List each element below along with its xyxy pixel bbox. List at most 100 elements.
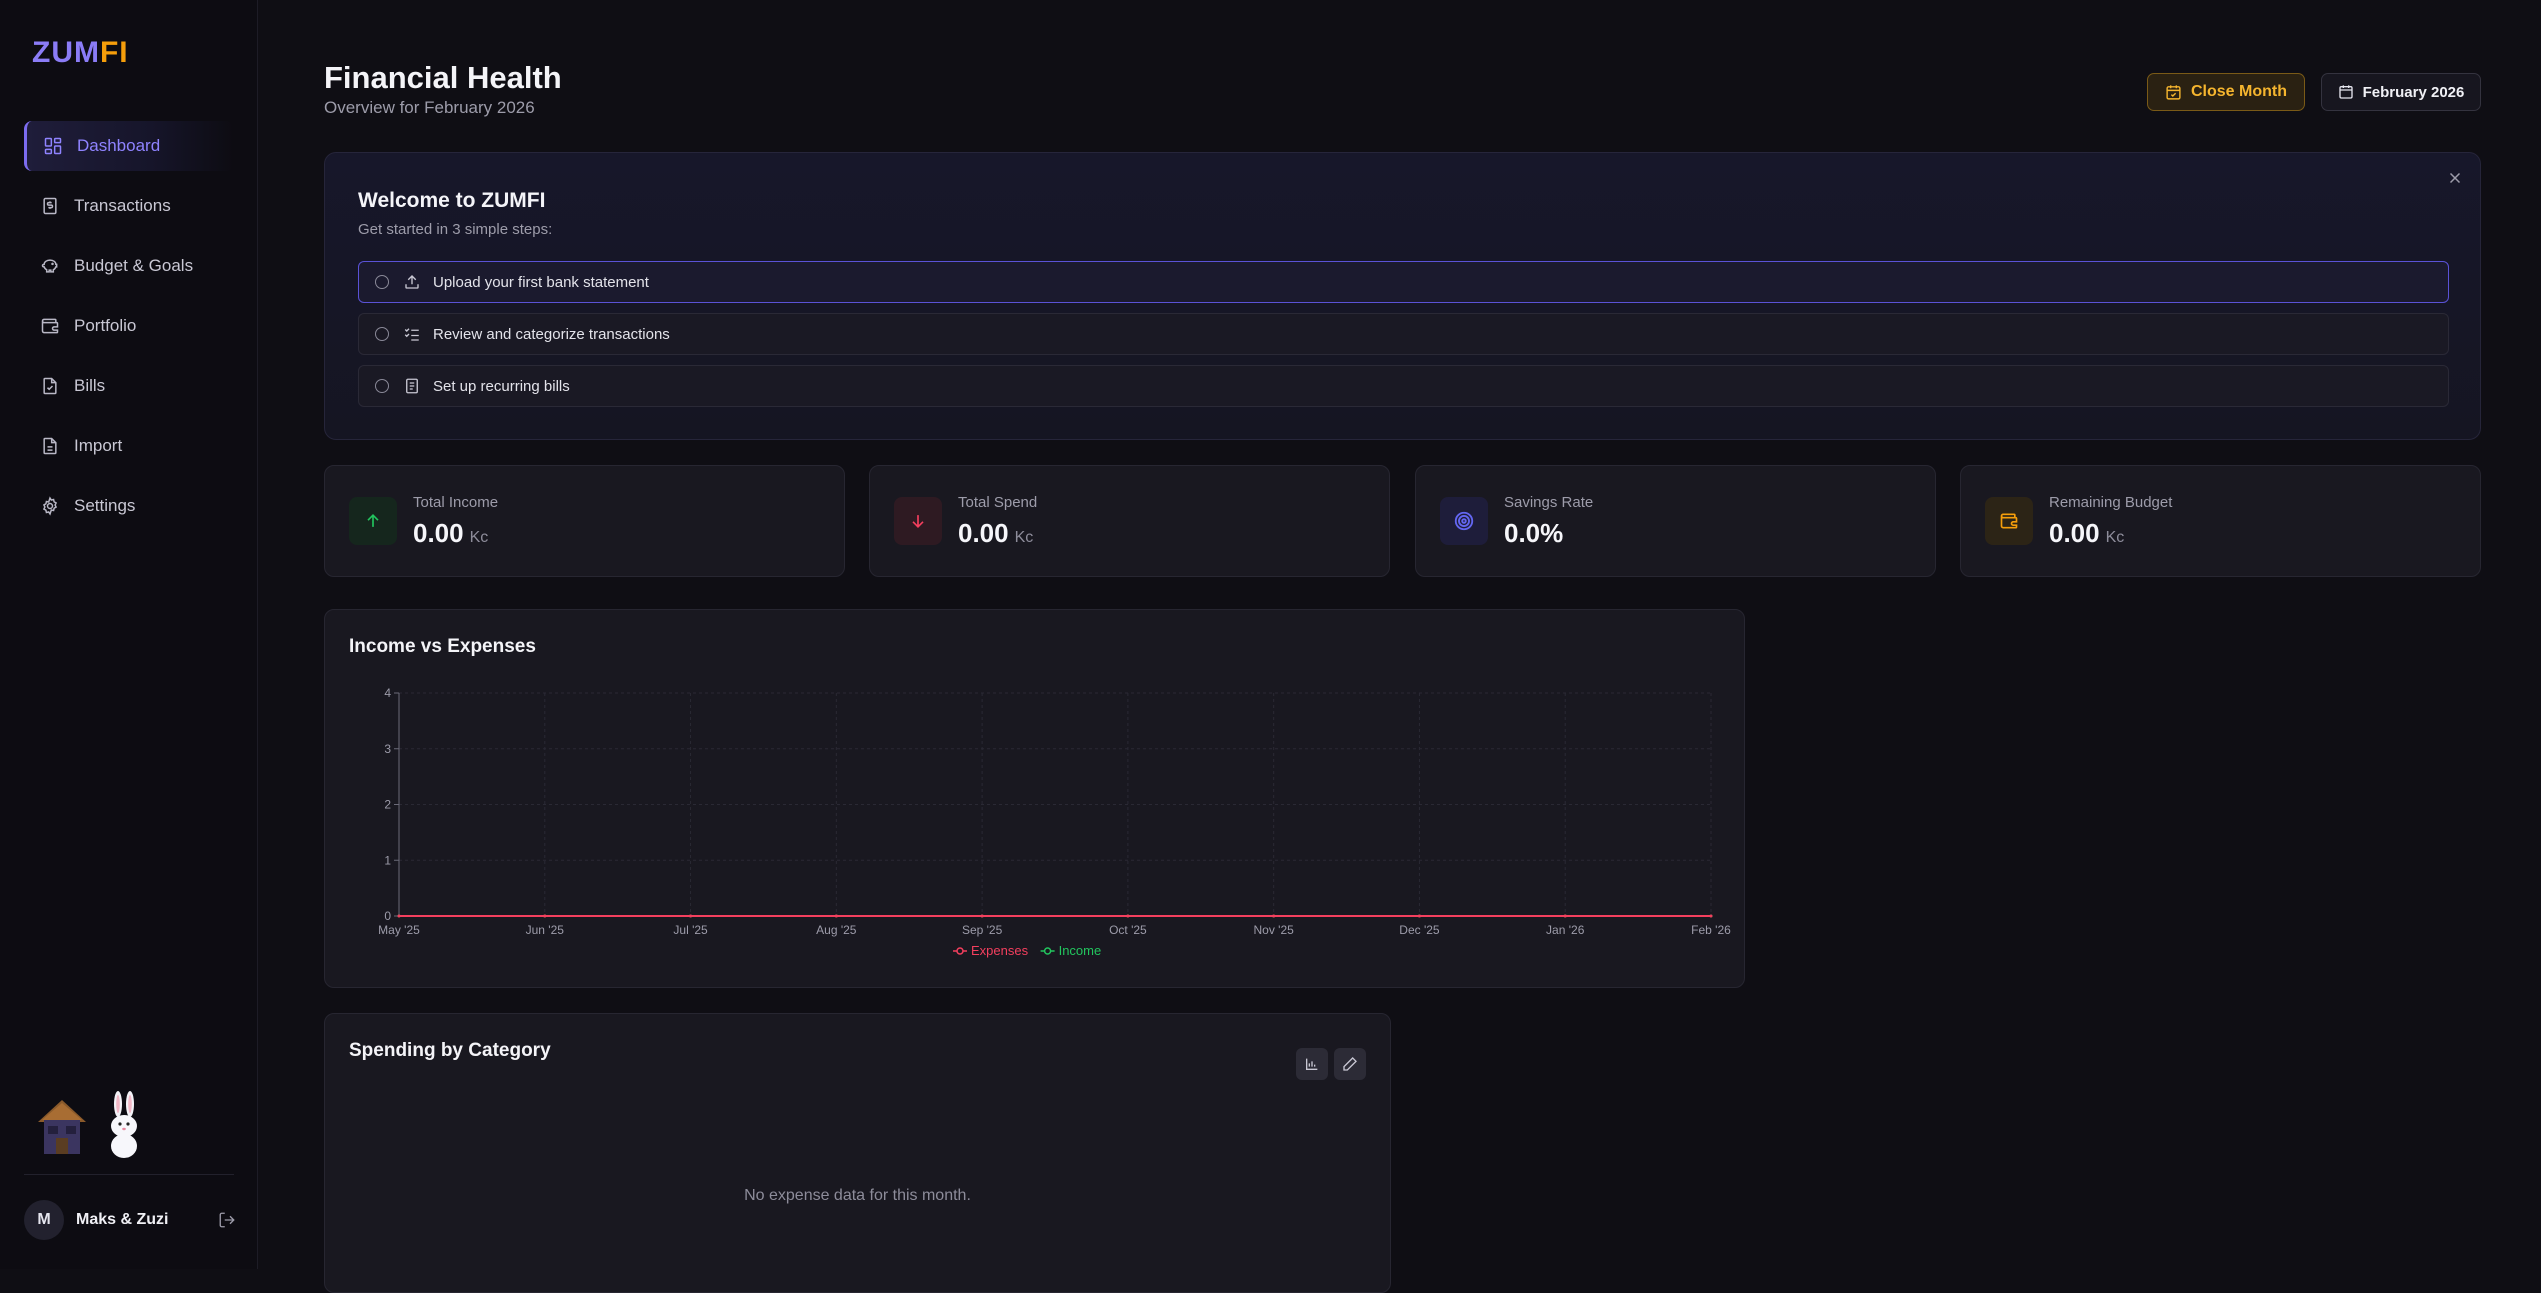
bill-icon (406, 378, 418, 394)
arrow-up-icon (367, 513, 379, 527)
calendar-check-icon (2166, 84, 2181, 100)
stat-number: 0.00 (2049, 518, 2100, 548)
sidebar-item-dashboard[interactable]: Dashboard (24, 121, 234, 171)
piggy-bank-icon (41, 259, 58, 273)
stat-card-remaining-budget: Remaining Budget 0.00 Kc (1960, 465, 2481, 577)
stat-unit: Kc (2105, 529, 2125, 546)
target-icon (1454, 511, 1474, 531)
x-tick-label: Feb '26 (1691, 923, 1731, 937)
stat-icon-box (1985, 497, 2033, 545)
chart-view-button[interactable] (1296, 1048, 1328, 1080)
sidebar-item-label: Budget & Goals (74, 256, 194, 275)
month-selector-button[interactable]: February 2026 (2321, 73, 2481, 111)
close-month-button[interactable]: Close Month (2147, 73, 2305, 111)
data-point-expenses (689, 914, 693, 918)
y-tick-label: 2 (384, 798, 391, 812)
data-point-expenses (1417, 914, 1421, 918)
x-tick-label: Jul '25 (673, 923, 708, 937)
x-tick-label: Nov '25 (1254, 923, 1295, 937)
legend-label: Income (1059, 943, 1102, 958)
stat-card-savings-rate: Savings Rate 0.0% (1415, 465, 1936, 577)
data-point-expenses (1126, 914, 1130, 918)
x-tick-label: Dec '25 (1399, 923, 1440, 937)
stat-label: Total Income (413, 494, 499, 511)
x-tick-label: May '25 (378, 923, 420, 937)
x-tick-label: Jun '25 (526, 923, 565, 937)
document-icon (43, 377, 57, 395)
data-point-expenses (980, 914, 984, 918)
sidebar-item-label: Transactions (74, 196, 171, 215)
income-expenses-chart: 0 1 2 3 4 May '25 Jun '25 Jul '25 Aug '25 Sep '25… (378, 686, 1731, 958)
wallet-icon (41, 318, 59, 334)
step-radio[interactable] (375, 327, 389, 341)
close-month-label: Close Month (2191, 83, 2287, 100)
sidebar-item-transactions[interactable]: Transactions (24, 181, 234, 231)
avatar[interactable]: M (24, 1200, 64, 1240)
user-divider (24, 1174, 234, 1175)
legend-marker-dot (1043, 947, 1052, 955)
sidebar-item-label: Settings (74, 496, 136, 515)
logout-icon[interactable] (218, 1211, 236, 1229)
stat-number: 0.00 (958, 518, 1009, 548)
x-tick-label: Jan '26 (1546, 923, 1585, 937)
stat-icon-box (894, 497, 942, 545)
stat-value: 0.00 Kc (2049, 518, 2124, 549)
edit-button[interactable] (1334, 1048, 1366, 1080)
x-tick-label: Oct '25 (1109, 923, 1147, 937)
x-tick-label: Aug '25 (816, 923, 857, 937)
stat-number: 0.0% (1504, 518, 1564, 548)
user-name: Maks & Zuzi (76, 1211, 169, 1228)
logo[interactable]: ZUMFI (32, 36, 129, 70)
welcome-card: Welcome to ZUMFI Get started in 3 simple… (324, 152, 2481, 440)
sidebar-nav: Dashboard Transactions Budget & Goals Po… (24, 121, 234, 541)
step-recurring-bills[interactable]: Set up recurring bills (358, 365, 2449, 407)
file-import-icon (43, 437, 57, 455)
x-tick-label: Sep '25 (962, 923, 1003, 937)
step-label: Set up recurring bills (433, 377, 570, 395)
receipt-icon (43, 197, 57, 215)
y-tick-label: 3 (384, 742, 391, 756)
data-point-expenses (1709, 914, 1713, 918)
income-expenses-chart-card: Income vs Expenses 0 1 2 3 4 May '25 Jun '25 Ju… (324, 609, 1745, 988)
sidebar-item-settings[interactable]: Settings (24, 481, 234, 531)
mascot-illustration (38, 1091, 137, 1158)
stat-value: 0.00 Kc (958, 518, 1033, 549)
stat-value: 0.0% (1504, 518, 1563, 549)
step-upload-statement[interactable]: Upload your first bank statement (358, 261, 2449, 303)
step-radio[interactable] (375, 379, 389, 393)
stat-label: Remaining Budget (2049, 494, 2173, 511)
sidebar-item-label: Portfolio (74, 316, 137, 335)
upload-icon (405, 275, 419, 289)
pencil-icon (1343, 1057, 1357, 1071)
spending-title: Spending by Category (349, 1040, 551, 1061)
page-title: Financial Health (324, 60, 562, 95)
sidebar-item-import[interactable]: Import (24, 421, 234, 471)
data-point-expenses (1272, 914, 1276, 918)
sidebar-item-label: Bills (74, 376, 106, 395)
sidebar-item-portfolio[interactable]: Portfolio (24, 301, 234, 351)
wallet-icon (2000, 513, 2018, 529)
step-label: Review and categorize transactions (433, 325, 670, 343)
step-radio[interactable] (375, 275, 389, 289)
stat-unit: Kc (1014, 529, 1034, 546)
stat-card-total-income: Total Income 0.00 Kc (324, 465, 845, 577)
logo-part-1: ZUM (32, 36, 100, 69)
spending-by-category-card: Spending by Category No expense data for… (324, 1013, 1391, 1293)
data-point-expenses (1563, 914, 1567, 918)
welcome-title: Welcome to ZUMFI (358, 189, 546, 212)
stat-number: 0.00 (413, 518, 464, 548)
checklist-icon (404, 328, 419, 341)
sidebar-item-budget-goals[interactable]: Budget & Goals (24, 241, 234, 291)
empty-state-message: No expense data for this month. (744, 1187, 971, 1204)
sidebar-item-bills[interactable]: Bills (24, 361, 234, 411)
close-icon[interactable] (2446, 169, 2464, 187)
y-tick-label: 4 (384, 686, 391, 700)
sidebar-item-label: Import (74, 436, 123, 455)
step-review-transactions[interactable]: Review and categorize transactions (358, 313, 2449, 355)
data-point-expenses (397, 914, 401, 918)
stat-label: Savings Rate (1504, 494, 1594, 511)
month-label: February 2026 (2362, 83, 2465, 101)
arrow-down-icon (912, 515, 924, 529)
dashboard-icon (44, 137, 62, 155)
user-profile[interactable]: M Maks & Zuzi (24, 1200, 236, 1240)
